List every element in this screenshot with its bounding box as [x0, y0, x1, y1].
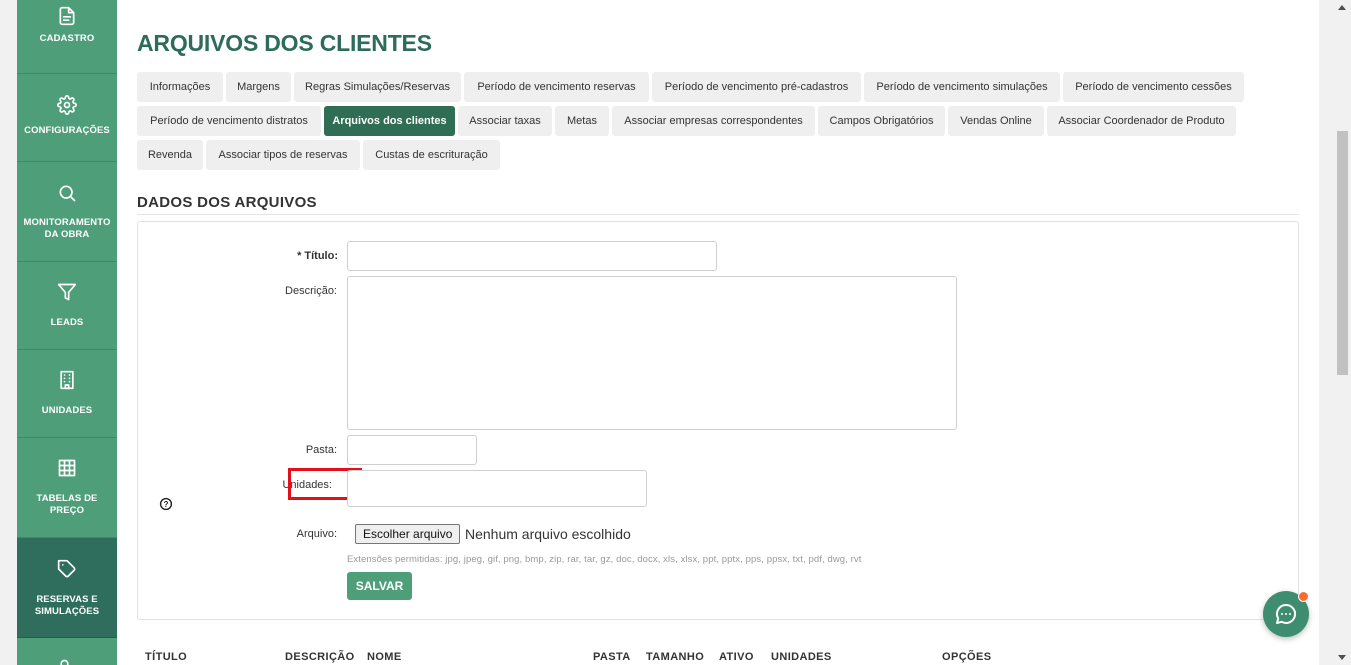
- table-header-unidades[interactable]: UNIDADES: [771, 651, 832, 663]
- tab-associar-tipos-de-reservas[interactable]: Associar tipos de reservas: [206, 140, 360, 170]
- tab-custas-de-escrituracao[interactable]: Custas de escrituração: [363, 140, 500, 170]
- scroll-down-arrow[interactable]: [1338, 655, 1346, 660]
- titulo-label: * Título:: [297, 250, 338, 262]
- file-status-text: Nenhum arquivo escolhido: [465, 526, 631, 542]
- page-title: ARQUIVOS DOS CLIENTES: [137, 30, 432, 56]
- sidebar-item-label: CADASTRO: [39, 33, 95, 44]
- sidebar-item-unidades[interactable]: UNIDADES: [17, 350, 117, 438]
- table-header-ativo[interactable]: ATIVO: [719, 651, 754, 663]
- sidebar-item-leads[interactable]: LEADS: [17, 262, 117, 350]
- sidebar-item-reservas-e-simulacoes[interactable]: RESERVAS E SIMULAÇÕES: [17, 538, 117, 638]
- arquivo-label: Arquivo:: [296, 528, 337, 540]
- tab-regras-simulacoes-reservas[interactable]: Regras Simulações/Reservas: [294, 72, 461, 102]
- section-title: DADOS DOS ARQUIVOS: [137, 194, 317, 211]
- titulo-input[interactable]: [347, 241, 717, 271]
- svg-text:?: ?: [164, 500, 169, 509]
- scroll-up-arrow[interactable]: [1338, 5, 1346, 10]
- tab-associar-coordenador-de-produto[interactable]: Associar Coordenador de Produto: [1047, 106, 1236, 136]
- building-icon: [60, 370, 74, 390]
- tab-arquivos-dos-clientes[interactable]: Arquivos dos clientes: [324, 106, 455, 136]
- section-divider: [137, 214, 1299, 215]
- choose-file-button[interactable]: Escolher arquivo: [355, 524, 461, 544]
- tab-associar-empresas-correspondentes[interactable]: Associar empresas correspondentes: [612, 106, 815, 136]
- tab-revenda[interactable]: Revenda: [137, 140, 203, 170]
- help-icon[interactable]: ?: [159, 497, 173, 511]
- sidebar-item-cadastro[interactable]: CADASTRO: [17, 0, 117, 74]
- sidebar-item-tabelas-de-preco[interactable]: TABELAS DE PREÇO: [17, 438, 117, 538]
- tab-associar-taxas[interactable]: Associar taxas: [458, 106, 552, 136]
- search-icon: [59, 185, 76, 202]
- tab-vendas-online[interactable]: Vendas Online: [948, 106, 1044, 136]
- sidebar-item-label: LEADS: [50, 317, 84, 328]
- sidebar-item-configuracoes[interactable]: CONFIGURAÇÕES: [17, 74, 117, 162]
- funnel-icon: [57, 283, 77, 301]
- sidebar-item-label: UNIDADES: [41, 405, 93, 416]
- sidebar-item-label: TABELAS DE PREÇO: [36, 493, 98, 516]
- save-button[interactable]: SALVAR: [347, 572, 412, 600]
- table-header-nome[interactable]: NOME: [367, 651, 402, 663]
- document-icon: [59, 6, 75, 26]
- tab-periodo-vencimento-distratos[interactable]: Período de vencimento distratos: [137, 106, 321, 136]
- table-header-opcoes: OPÇÕES: [942, 651, 992, 663]
- tab-metas[interactable]: Metas: [555, 106, 609, 136]
- unidades-input[interactable]: [347, 470, 647, 507]
- tab-margens[interactable]: Margens: [226, 72, 291, 102]
- tab-periodo-vencimento-cessoes[interactable]: Período de vencimento cessões: [1063, 72, 1244, 102]
- pasta-label: Pasta:: [305, 444, 337, 456]
- allowed-extensions-hint: Extensões permitidas: jpg, jpeg, gif, pn…: [347, 554, 862, 565]
- gear-icon: [57, 95, 77, 115]
- sidebar-item-label: MONITORAMENTO DA OBRA: [23, 217, 111, 240]
- sidebar-item-more[interactable]: [17, 638, 117, 665]
- grid-icon: [58, 459, 76, 477]
- tab-campos-obrigatorios[interactable]: Campos Obrigatórios: [818, 106, 945, 136]
- scrollbar-thumb[interactable]: [1337, 131, 1348, 375]
- tag-icon: [57, 559, 76, 578]
- descricao-textarea[interactable]: [347, 276, 957, 430]
- tab-periodo-vencimento-simulacoes[interactable]: Período de vencimento simulações: [864, 72, 1060, 102]
- tab-periodo-vencimento-pre-cadastros[interactable]: Período de vencimento pré-cadastros: [652, 72, 861, 102]
- pasta-input[interactable]: [347, 435, 477, 465]
- descricao-label: Descrição:: [285, 285, 337, 297]
- tab-informacoes[interactable]: Informações: [137, 72, 223, 102]
- users-icon: [60, 659, 69, 665]
- file-form-panel: * Título: Descrição: Pasta: Unidades: ? …: [137, 221, 1299, 620]
- sidebar-item-label: RESERVAS E SIMULAÇÕES: [34, 594, 100, 617]
- sidebar: CADASTRO CONFIGURAÇÕES MONITORAMENTO DA …: [17, 0, 117, 665]
- table-header-descricao[interactable]: DESCRIÇÃO: [285, 651, 355, 663]
- chat-notification-badge: [1298, 591, 1309, 602]
- table-header-tamanho[interactable]: TAMANHO: [646, 651, 704, 663]
- sidebar-item-label: CONFIGURAÇÕES: [24, 125, 110, 136]
- table-header-pasta[interactable]: PASTA: [593, 651, 631, 663]
- table-header-titulo[interactable]: TÍTULO: [145, 651, 187, 663]
- tab-periodo-vencimento-reservas[interactable]: Período de vencimento reservas: [464, 72, 649, 102]
- sidebar-item-monitoramento[interactable]: MONITORAMENTO DA OBRA: [17, 162, 117, 262]
- main-content: ARQUIVOS DOS CLIENTES Informações Margen…: [117, 0, 1319, 665]
- chat-bubble-icon: [1276, 603, 1297, 624]
